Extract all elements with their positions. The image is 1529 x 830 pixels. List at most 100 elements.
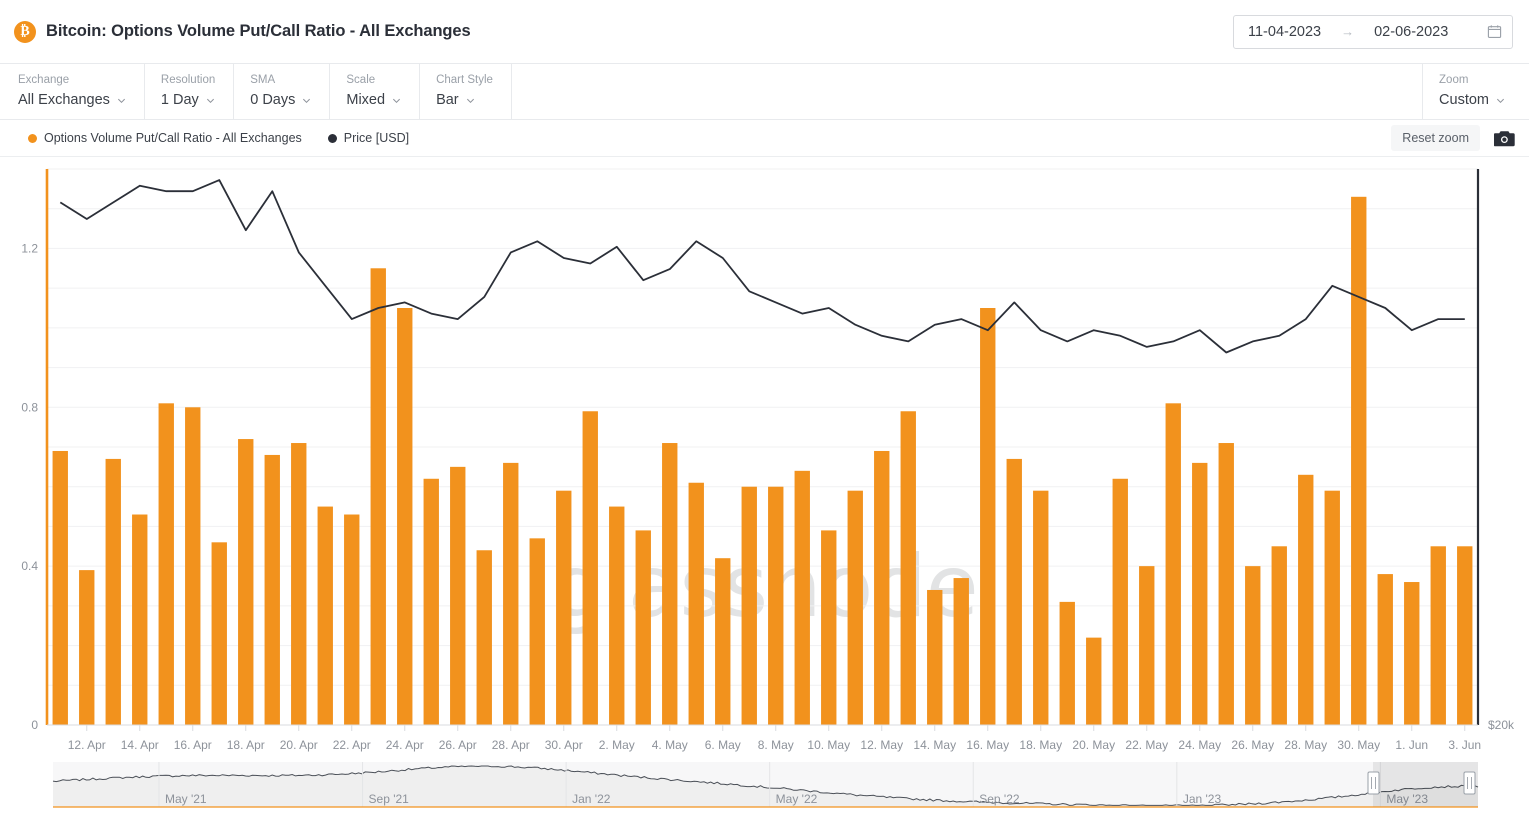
toolbar-value-text-sma: 0 Days <box>250 90 295 111</box>
chart-bar[interactable] <box>265 455 280 725</box>
x-axis-tick-label: 20. May <box>1072 738 1115 752</box>
chart-bar[interactable] <box>1378 574 1393 725</box>
x-axis-tick-label: 26. May <box>1231 738 1274 752</box>
chart-bar[interactable] <box>53 451 68 725</box>
chart-bar[interactable] <box>344 515 359 725</box>
reset-zoom-button[interactable]: Reset zoom <box>1391 125 1480 151</box>
chart-bar[interactable] <box>1007 459 1022 725</box>
chart-bar[interactable] <box>795 471 810 725</box>
chart-bar[interactable] <box>742 487 757 725</box>
chart-bar[interactable] <box>1431 546 1446 725</box>
x-axis-labels: 12. Apr14. Apr16. Apr18. Apr20. Apr22. A… <box>68 725 1481 752</box>
legend-color-dot-price <box>328 134 337 143</box>
chart-bar[interactable] <box>318 507 333 725</box>
chart-bar[interactable] <box>1086 638 1101 725</box>
chart-bar[interactable] <box>106 459 121 725</box>
chart-bar[interactable] <box>212 542 227 725</box>
chart-bar[interactable] <box>1060 602 1075 725</box>
chart-bar[interactable] <box>238 439 253 725</box>
chart-bar[interactable] <box>1351 197 1366 725</box>
x-axis-tick-label: 22. May <box>1125 738 1168 752</box>
chart-bar[interactable] <box>636 530 651 725</box>
chart-bar[interactable] <box>371 268 386 725</box>
chart-bar[interactable] <box>424 479 439 725</box>
navigator-svg[interactable]: May '21Sep '21Jan '22May '22Sep '22Jan '… <box>0 752 1529 830</box>
chart-bar[interactable] <box>1298 475 1313 725</box>
range-navigator[interactable]: May '21Sep '21Jan '22May '22Sep '22Jan '… <box>0 752 1529 830</box>
toolbar-filler <box>512 64 1423 119</box>
chart-bar[interactable] <box>927 590 942 725</box>
x-axis-tick-label: 22. Apr <box>333 738 371 752</box>
x-axis-tick-label: 28. Apr <box>492 738 530 752</box>
date-to-value[interactable]: 02-06-2023 <box>1374 24 1448 40</box>
chart-bar[interactable] <box>1192 463 1207 725</box>
calendar-icon[interactable] <box>1473 24 1502 39</box>
chart-bar[interactable] <box>1033 491 1048 725</box>
chart-bar[interactable] <box>159 403 174 725</box>
chart-bar[interactable] <box>291 443 306 725</box>
chart-bar[interactable] <box>1272 546 1287 725</box>
chart-bar[interactable] <box>609 507 624 725</box>
toolbar-value-resolution[interactable]: 1 Day <box>161 90 215 111</box>
chart-bar[interactable] <box>132 515 147 725</box>
x-axis-tick-label: 18. May <box>1019 738 1062 752</box>
toolbar-value-sma[interactable]: 0 Days <box>250 90 311 111</box>
legend-item-price[interactable]: Price [USD] <box>328 131 409 145</box>
toolbar-control-sma[interactable]: SMA 0 Days <box>234 64 330 119</box>
chart-bar[interactable] <box>768 487 783 725</box>
navigator-handle-left[interactable] <box>1368 772 1379 794</box>
toolbar-value-chart-style[interactable]: Bar <box>436 90 493 111</box>
chart-gridlines <box>47 169 1478 725</box>
chart-bar[interactable] <box>980 308 995 725</box>
toolbar-value-text-scale: Mixed <box>346 90 385 111</box>
chart-bar[interactable] <box>477 550 492 725</box>
toolbar-value-scale[interactable]: Mixed <box>346 90 401 111</box>
toolbar-control-exchange[interactable]: Exchange All Exchanges <box>0 64 145 119</box>
chart-bar[interactable] <box>1457 546 1472 725</box>
chart-bar[interactable] <box>821 530 836 725</box>
date-range-picker[interactable]: 11-04-2023 → 02-06-2023 <box>1233 15 1513 49</box>
navigator-handle-right[interactable] <box>1464 772 1475 794</box>
chart-bar[interactable] <box>556 491 571 725</box>
chart-bar[interactable] <box>1139 566 1154 725</box>
x-axis-tick-label: 6. May <box>705 738 741 752</box>
chart-bar[interactable] <box>1166 403 1181 725</box>
chart-bar[interactable] <box>79 570 94 725</box>
toolbar-value-exchange[interactable]: All Exchanges <box>18 90 126 111</box>
legend-item-ratio[interactable]: Options Volume Put/Call Ratio - All Exch… <box>28 131 302 145</box>
toolbar-control-chart-style[interactable]: Chart Style Bar <box>420 64 512 119</box>
toolbar-control-resolution[interactable]: Resolution 1 Day <box>145 64 234 119</box>
toolbar-value-zoom[interactable]: Custom <box>1439 90 1505 111</box>
x-axis-tick-label: 14. Apr <box>121 738 159 752</box>
chart-bar[interactable] <box>185 407 200 725</box>
chart-plot-area[interactable]: glassnode 00.40.81.2 12. Apr14. Apr16. A… <box>0 157 1529 830</box>
chart-bar[interactable] <box>1245 566 1260 725</box>
chart-bar[interactable] <box>1113 479 1128 725</box>
chart-svg: 00.40.81.2 12. Apr14. Apr16. Apr18. Apr2… <box>0 157 1529 830</box>
chart-bar[interactable] <box>848 491 863 725</box>
x-axis-tick-label: 14. May <box>913 738 956 752</box>
x-axis-tick-label: 2. May <box>599 738 635 752</box>
chart-bar[interactable] <box>583 411 598 725</box>
chart-bar[interactable] <box>397 308 412 725</box>
chart-bar[interactable] <box>503 463 518 725</box>
chart-bar[interactable] <box>874 451 889 725</box>
chart-bar[interactable] <box>1404 582 1419 725</box>
legend-label-ratio: Options Volume Put/Call Ratio - All Exch… <box>44 131 302 145</box>
right-axis-label: $20k <box>1488 718 1515 732</box>
camera-icon[interactable] <box>1494 130 1515 147</box>
chart-bar[interactable] <box>450 467 465 725</box>
toolbar-control-zoom[interactable]: Zoom Custom <box>1423 64 1529 119</box>
toolbar-control-scale[interactable]: Scale Mixed <box>330 64 420 119</box>
toolbar-label-sma: SMA <box>250 72 311 89</box>
chart-bar[interactable] <box>662 443 677 725</box>
chart-bar[interactable] <box>1219 443 1234 725</box>
chart-bar[interactable] <box>689 483 704 725</box>
chart-bar[interactable] <box>1325 491 1340 725</box>
chart-bar[interactable] <box>901 411 916 725</box>
chart-bar[interactable] <box>715 558 730 725</box>
x-axis-tick-label: 4. May <box>652 738 688 752</box>
date-from-value[interactable]: 11-04-2023 <box>1248 24 1321 40</box>
chart-bar[interactable] <box>530 538 545 725</box>
chart-bar[interactable] <box>954 578 969 725</box>
